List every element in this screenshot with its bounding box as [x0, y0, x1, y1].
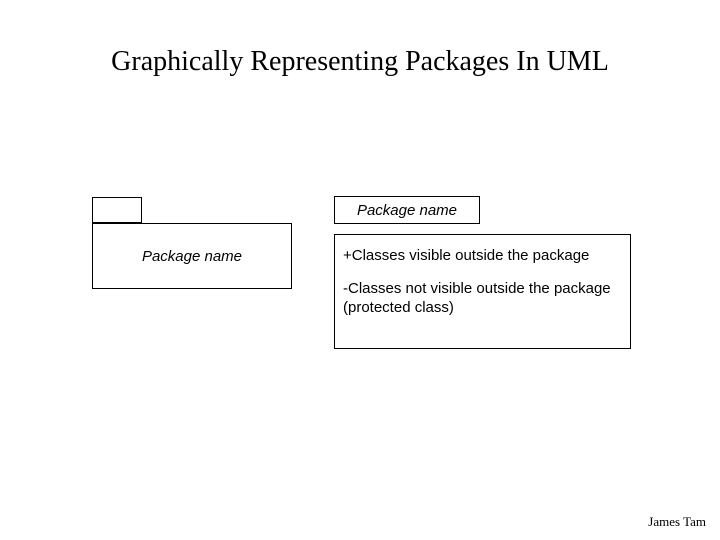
uml-package-right-body: +Classes visible outside the package -Cl… [334, 234, 631, 349]
uml-package-hidden-line2: (protected class) [343, 299, 622, 318]
uml-package-right-tab-label: Package name [357, 202, 457, 219]
uml-package-left-tab [92, 197, 142, 223]
uml-package-hidden-classes: -Classes not visible outside the package… [335, 270, 630, 322]
uml-package-left-body: Package name [92, 223, 292, 289]
uml-package-hidden-line1: -Classes not visible outside the package [343, 280, 622, 299]
slide-title: Graphically Representing Packages In UML [0, 46, 720, 78]
uml-package-left-label: Package name [142, 248, 242, 265]
uml-package-right-tab: Package name [334, 196, 480, 224]
uml-package-visible-classes: +Classes visible outside the package [335, 235, 630, 270]
author-footer: James Tam [648, 514, 706, 530]
